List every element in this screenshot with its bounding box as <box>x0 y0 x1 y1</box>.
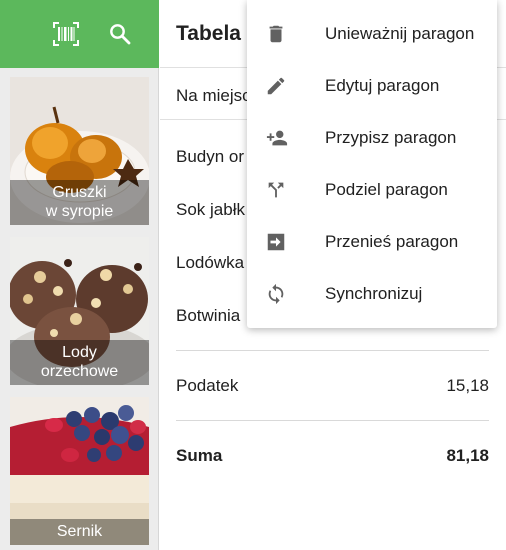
product-label: Lody orzechowe <box>10 340 149 385</box>
total-value: 81,18 <box>446 446 489 465</box>
menu-item-label: Unieważnij paragon <box>325 24 475 43</box>
move-receipt-icon <box>247 231 325 253</box>
product-label: Sernik <box>10 519 149 545</box>
menu-item-edit-receipt[interactable]: Edytuj paragon <box>247 60 497 112</box>
menu-item-split-receipt[interactable]: Podziel paragon <box>247 164 497 216</box>
receipt-options-menu: Unieważnij paragon Edytuj paragon Przypi… <box>247 0 497 328</box>
tax-label: Podatek <box>176 376 239 395</box>
order-item[interactable]: Sok jabłk <box>176 200 245 220</box>
split-icon <box>247 179 325 201</box>
product-tile-cheesecake[interactable]: Sernik <box>10 397 149 545</box>
left-toolbar <box>0 0 159 68</box>
menu-item-label: Podziel paragon <box>325 180 448 199</box>
product-name-line2: orzechowe <box>40 363 119 380</box>
order-type-selector[interactable]: Na miejsc <box>176 86 251 106</box>
sync-icon <box>247 283 325 305</box>
product-name-line1: Lody <box>62 344 97 361</box>
total-divider <box>176 420 489 421</box>
search-icon[interactable] <box>106 20 134 48</box>
order-title: Tabela <box>176 22 241 45</box>
product-pane: Gruszki w syropie Lody orzechowe Sernik <box>0 0 159 550</box>
assign-person-icon <box>247 127 325 149</box>
menu-item-label: Synchronizuj <box>325 284 423 303</box>
pencil-icon <box>247 75 325 97</box>
tax-row: Podatek 15,18 <box>176 376 489 396</box>
menu-item-label: Przenieś paragon <box>325 232 459 251</box>
summary-divider <box>176 350 489 351</box>
product-name-line2: w syropie <box>45 203 114 220</box>
product-name-line1: Gruszki <box>52 184 107 201</box>
tax-value: 15,18 <box>446 376 489 395</box>
product-tile-pears[interactable]: Gruszki w syropie <box>10 77 149 225</box>
menu-item-label: Przypisz paragon <box>325 128 457 147</box>
order-item[interactable]: Lodówka <box>176 253 244 273</box>
menu-item-synchronize[interactable]: Synchronizuj <box>247 268 497 320</box>
menu-item-void-receipt[interactable]: Unieważnij paragon <box>247 8 497 60</box>
product-label: Gruszki w syropie <box>10 180 149 225</box>
total-row: Suma 81,18 <box>176 446 489 466</box>
barcode-scan-icon[interactable] <box>52 20 80 48</box>
order-item[interactable]: Budyn or <box>176 147 244 167</box>
order-item[interactable]: Botwinia <box>176 306 240 326</box>
menu-item-assign-receipt[interactable]: Przypisz paragon <box>247 112 497 164</box>
product-tile-ice-cream[interactable]: Lody orzechowe <box>10 237 149 385</box>
trash-icon <box>247 23 325 45</box>
total-label: Suma <box>176 446 223 465</box>
menu-item-label: Edytuj paragon <box>325 76 440 95</box>
product-name-line1: Sernik <box>56 523 103 540</box>
menu-item-move-receipt[interactable]: Przenieś paragon <box>247 216 497 268</box>
